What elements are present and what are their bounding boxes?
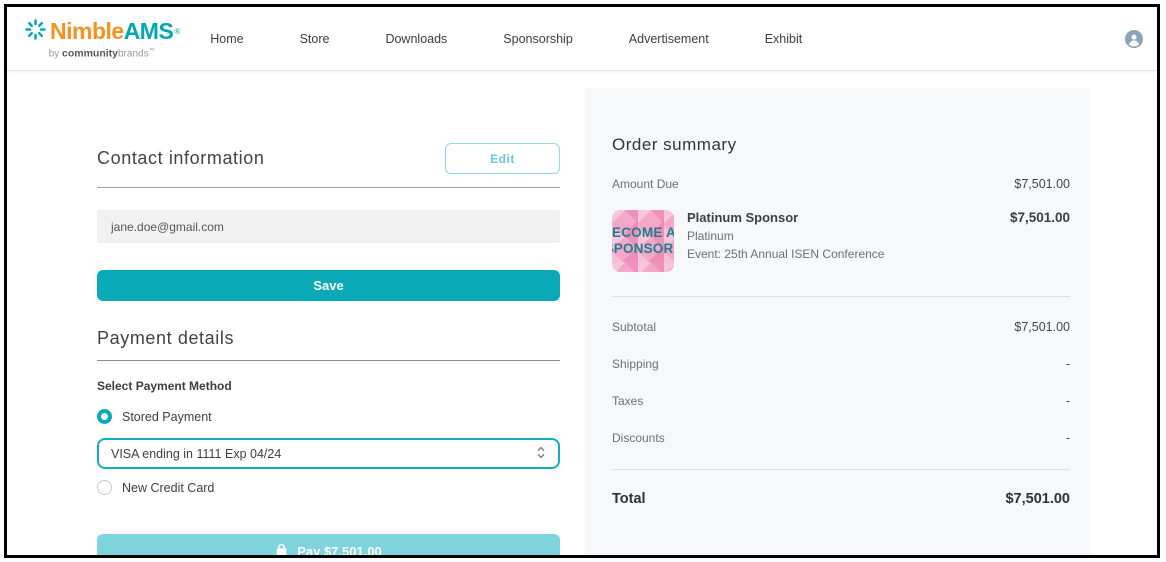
sponsor-product-image: BECOME A SPONSOR bbox=[612, 210, 674, 272]
stored-payment-label: Stored Payment bbox=[122, 410, 212, 424]
summary-divider bbox=[612, 469, 1070, 470]
save-button[interactable]: Save bbox=[97, 270, 560, 301]
item-price: $7,501.00 bbox=[1010, 210, 1070, 272]
section-divider bbox=[97, 187, 560, 188]
registered-mark: ® bbox=[174, 28, 180, 36]
total-row: Total $7,501.00 bbox=[612, 491, 1070, 507]
sponsor-image-text: BECOME A SPONSOR bbox=[612, 225, 674, 256]
subtotal-value: $7,501.00 bbox=[1014, 320, 1070, 334]
payment-details-title: Payment details bbox=[97, 328, 560, 361]
radio-unselected-icon[interactable] bbox=[97, 480, 112, 495]
select-updown-icon bbox=[536, 445, 546, 463]
brand-name-ams: AMS bbox=[124, 20, 174, 43]
summary-divider bbox=[612, 296, 1070, 297]
brand-byline: by communitybrands™ bbox=[49, 48, 155, 59]
discounts-label: Discounts bbox=[612, 431, 665, 445]
stored-card-value: VISA ending in 1111 Exp 04/24 bbox=[111, 447, 281, 461]
nav-item-downloads[interactable]: Downloads bbox=[385, 32, 447, 46]
order-summary-title: Order summary bbox=[612, 135, 1070, 155]
nav-item-advertisement[interactable]: Advertisement bbox=[629, 32, 709, 46]
stored-payment-option[interactable]: Stored Payment bbox=[97, 409, 560, 424]
top-nav-bar: NimbleAMS® by communitybrands™ Home Stor… bbox=[7, 7, 1157, 71]
item-tier: Platinum bbox=[687, 229, 1010, 243]
nav-item-sponsorship[interactable]: Sponsorship bbox=[503, 32, 573, 46]
order-item: BECOME A SPONSOR Platinum Sponsor Platin… bbox=[612, 210, 1070, 272]
edit-button[interactable]: Edit bbox=[445, 143, 560, 174]
total-label: Total bbox=[612, 491, 646, 507]
lock-icon bbox=[275, 543, 288, 559]
order-summary-panel: Order summary Amount Due $7,501.00 BECOM… bbox=[585, 88, 1090, 558]
subtotal-label: Subtotal bbox=[612, 320, 656, 334]
main-nav: Home Store Downloads Sponsorship Adverti… bbox=[210, 32, 802, 46]
shipping-label: Shipping bbox=[612, 357, 659, 371]
taxes-value: - bbox=[1066, 394, 1070, 408]
select-payment-method-label: Select Payment Method bbox=[97, 379, 560, 393]
discounts-value: - bbox=[1066, 431, 1070, 445]
new-credit-card-option[interactable]: New Credit Card bbox=[97, 480, 560, 495]
item-event: Event: 25th Annual ISEN Conference bbox=[687, 247, 1010, 261]
nav-item-exhibit[interactable]: Exhibit bbox=[765, 32, 803, 46]
shipping-row: Shipping - bbox=[612, 357, 1070, 371]
subtotal-row: Subtotal $7,501.00 bbox=[612, 320, 1070, 334]
pay-button-label: Pay $7,501.00 bbox=[297, 544, 382, 559]
radio-selected-icon[interactable] bbox=[97, 409, 112, 424]
amount-due-value: $7,501.00 bbox=[1014, 177, 1070, 191]
checkout-form: Contact information Edit jane.doe@gmail.… bbox=[97, 71, 560, 558]
stored-card-select[interactable]: VISA ending in 1111 Exp 04/24 bbox=[97, 438, 560, 469]
brand-name-nimble: Nimble bbox=[50, 20, 124, 43]
burst-logo-icon bbox=[23, 17, 50, 46]
amount-due-row: Amount Due $7,501.00 bbox=[612, 177, 1070, 191]
pay-button[interactable]: Pay $7,501.00 bbox=[97, 534, 560, 558]
user-avatar-icon[interactable] bbox=[1125, 30, 1143, 48]
nav-item-home[interactable]: Home bbox=[210, 32, 243, 46]
email-field[interactable]: jane.doe@gmail.com bbox=[97, 210, 560, 243]
nav-item-store[interactable]: Store bbox=[300, 32, 330, 46]
shipping-value: - bbox=[1066, 357, 1070, 371]
contact-information-title: Contact information bbox=[97, 148, 264, 169]
brand-logo[interactable]: NimbleAMS® by communitybrands™ bbox=[23, 17, 180, 59]
taxes-row: Taxes - bbox=[612, 394, 1070, 408]
taxes-label: Taxes bbox=[612, 394, 643, 408]
total-value: $7,501.00 bbox=[1005, 491, 1070, 507]
item-name: Platinum Sponsor bbox=[687, 210, 1010, 225]
new-credit-card-label: New Credit Card bbox=[122, 481, 214, 495]
amount-due-label: Amount Due bbox=[612, 177, 679, 191]
discounts-row: Discounts - bbox=[612, 431, 1070, 445]
page-frame: NimbleAMS® by communitybrands™ Home Stor… bbox=[4, 4, 1160, 558]
